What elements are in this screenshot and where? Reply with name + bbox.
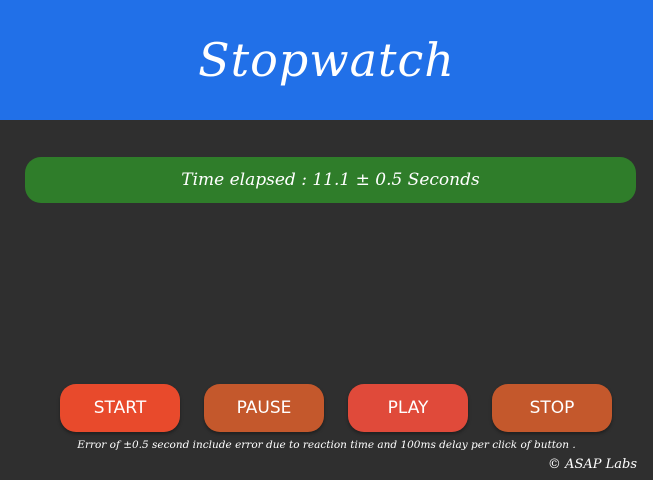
- copyright-text: © ASAP Labs: [547, 457, 637, 472]
- page-title: Stopwatch: [198, 33, 455, 87]
- pause-button[interactable]: PAUSE: [204, 384, 324, 432]
- stop-button[interactable]: STOP: [492, 384, 612, 432]
- start-button[interactable]: START: [60, 384, 180, 432]
- play-button[interactable]: PLAY: [348, 384, 468, 432]
- elapsed-time-display: Time elapsed : 11.1 ± 0.5 Seconds: [25, 157, 636, 203]
- app-header: Stopwatch: [0, 0, 653, 120]
- error-note: Error of ±0.5 second include error due t…: [77, 439, 576, 451]
- control-buttons: START PAUSE PLAY STOP: [0, 384, 653, 432]
